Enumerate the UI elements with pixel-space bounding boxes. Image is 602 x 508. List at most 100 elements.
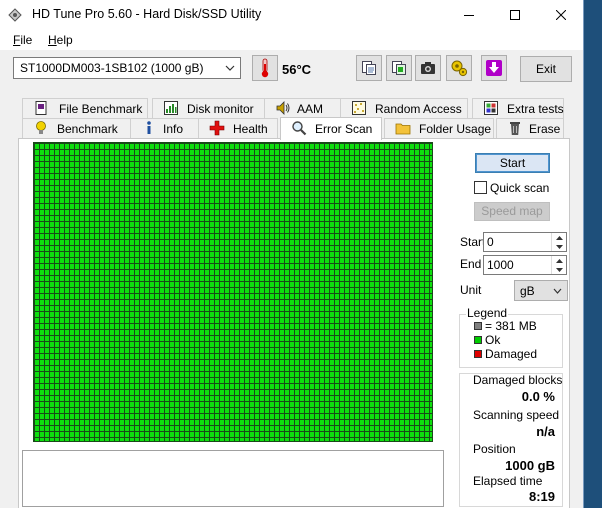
unit-select[interactable]: gB bbox=[514, 280, 568, 301]
app-window: HD Tune Pro 5.60 - Hard Disk/SSD Utility… bbox=[0, 0, 584, 508]
window-title: HD Tune Pro 5.60 - Hard Disk/SSD Utility bbox=[32, 7, 262, 21]
legend-damaged-label: Damaged bbox=[485, 347, 538, 361]
gears-icon bbox=[451, 60, 468, 77]
tab-error-scan[interactable]: Error Scan bbox=[280, 117, 382, 140]
spin-down-icon bbox=[555, 244, 563, 249]
tab-disk-monitor[interactable]: Disk monitor bbox=[152, 98, 267, 118]
save-button[interactable] bbox=[481, 55, 507, 81]
tab-label: Disk monitor bbox=[187, 102, 254, 116]
start-button[interactable]: Start bbox=[475, 153, 550, 173]
tab-erase[interactable]: Erase bbox=[496, 118, 564, 138]
spin-down-icon bbox=[555, 267, 563, 272]
camera-icon bbox=[421, 62, 435, 74]
error-scan-panel: Start Quick scan Speed map Start 0 End 1… bbox=[18, 138, 570, 508]
tab-label: Folder Usage bbox=[419, 122, 492, 136]
speed-map-button[interactable]: Speed map bbox=[474, 202, 550, 221]
end-spin-down[interactable] bbox=[551, 265, 566, 274]
tab-health[interactable]: Health bbox=[198, 118, 278, 138]
copy-icon bbox=[362, 61, 376, 75]
maximize-icon bbox=[510, 10, 520, 20]
quick-scan-checkbox[interactable] bbox=[474, 181, 487, 194]
title-bar[interactable]: HD Tune Pro 5.60 - Hard Disk/SSD Utility bbox=[0, 0, 583, 30]
clipboard-icon bbox=[392, 61, 406, 75]
tab-label: Random Access bbox=[375, 102, 462, 116]
start-spin-down[interactable] bbox=[551, 242, 566, 251]
info-icon bbox=[147, 121, 151, 134]
elapsed-time-label: Elapsed time bbox=[473, 474, 543, 488]
chevron-down-icon bbox=[225, 65, 235, 71]
menu-bar: File Help bbox=[0, 30, 583, 50]
start-field-label: Start bbox=[460, 235, 486, 249]
extra-tests-icon bbox=[484, 101, 498, 115]
tab-extra-tests[interactable]: Extra tests bbox=[472, 98, 564, 118]
close-button[interactable] bbox=[538, 0, 583, 30]
legend-title: Legend bbox=[466, 306, 509, 320]
unit-label: Unit bbox=[460, 283, 482, 297]
position-label: Position bbox=[473, 442, 516, 456]
legend-swatch-ok bbox=[474, 336, 482, 344]
end-input-value: 1000 bbox=[487, 258, 514, 272]
minimize-icon bbox=[464, 15, 474, 16]
lightbulb-icon bbox=[36, 121, 46, 134]
tab-folder-usage[interactable]: Folder Usage bbox=[384, 118, 494, 138]
tab-label: Info bbox=[163, 122, 184, 136]
tab-random-access[interactable]: Random Access bbox=[340, 98, 468, 118]
copy-text-button[interactable] bbox=[386, 55, 412, 81]
magnifier-icon bbox=[292, 121, 307, 136]
drive-select-value: ST1000DM003-1SB102 (1000 gB) bbox=[20, 61, 204, 75]
screenshot-button[interactable] bbox=[415, 55, 441, 81]
maximize-button[interactable] bbox=[492, 0, 538, 30]
download-arrow-icon bbox=[486, 60, 502, 76]
start-spin-up[interactable] bbox=[551, 233, 566, 242]
scanning-speed-label: Scanning speed bbox=[473, 408, 560, 422]
start-input[interactable]: 0 bbox=[483, 232, 567, 252]
tab-benchmark[interactable]: Benchmark bbox=[22, 118, 134, 138]
menu-file[interactable]: File bbox=[13, 33, 32, 47]
quick-scan-label: Quick scan bbox=[490, 181, 550, 195]
menu-help[interactable]: Help bbox=[48, 33, 73, 47]
temperature-button[interactable] bbox=[252, 55, 278, 81]
tab-file-benchmark[interactable]: File Benchmark bbox=[22, 98, 148, 118]
log-output[interactable] bbox=[22, 450, 444, 507]
folder-icon bbox=[395, 123, 411, 135]
tab-label: Erase bbox=[529, 122, 561, 136]
random-access-icon bbox=[352, 101, 366, 115]
legend-swatch-damaged bbox=[474, 350, 482, 358]
spin-up-icon bbox=[555, 235, 563, 240]
scan-block-map bbox=[33, 142, 433, 442]
file-benchmark-icon bbox=[35, 101, 47, 115]
bar-graph-icon bbox=[164, 101, 178, 115]
position-value: 1000 gB bbox=[505, 458, 555, 473]
disk-icon bbox=[8, 8, 22, 22]
close-icon bbox=[556, 10, 566, 20]
damaged-blocks-label: Damaged blocks bbox=[473, 373, 563, 387]
tab-label: Extra tests bbox=[507, 102, 564, 116]
start-input-value: 0 bbox=[487, 235, 494, 249]
thermometer-icon bbox=[261, 58, 269, 78]
legend-ok-label: Ok bbox=[485, 333, 501, 347]
tab-aam[interactable]: AAM bbox=[264, 98, 342, 118]
end-field-label: End bbox=[460, 257, 482, 271]
tab-label: Benchmark bbox=[57, 122, 118, 136]
legend-block-size: = 381 MB bbox=[485, 319, 537, 333]
temperature-value: 56°C bbox=[282, 62, 312, 77]
damaged-blocks-value: 0.0 % bbox=[521, 389, 555, 404]
options-button[interactable] bbox=[446, 55, 472, 81]
drive-select[interactable]: ST1000DM003-1SB102 (1000 gB) bbox=[13, 57, 241, 79]
legend-swatch-block bbox=[474, 322, 482, 330]
trash-icon bbox=[510, 122, 520, 135]
tab-label: Error Scan bbox=[315, 122, 373, 136]
end-input[interactable]: 1000 bbox=[483, 255, 567, 275]
scanning-speed-value: n/a bbox=[536, 424, 555, 439]
copy-button[interactable] bbox=[356, 55, 382, 81]
spin-up-icon bbox=[555, 258, 563, 263]
minimize-button[interactable] bbox=[446, 0, 492, 30]
speaker-icon bbox=[276, 101, 290, 115]
unit-select-value: gB bbox=[520, 284, 535, 298]
health-cross-icon bbox=[209, 120, 225, 136]
tab-label: Health bbox=[233, 122, 268, 136]
end-spin-up[interactable] bbox=[551, 256, 566, 265]
exit-button[interactable]: Exit bbox=[520, 56, 572, 82]
chevron-down-icon bbox=[553, 288, 562, 294]
tab-info[interactable]: Info bbox=[130, 118, 202, 138]
